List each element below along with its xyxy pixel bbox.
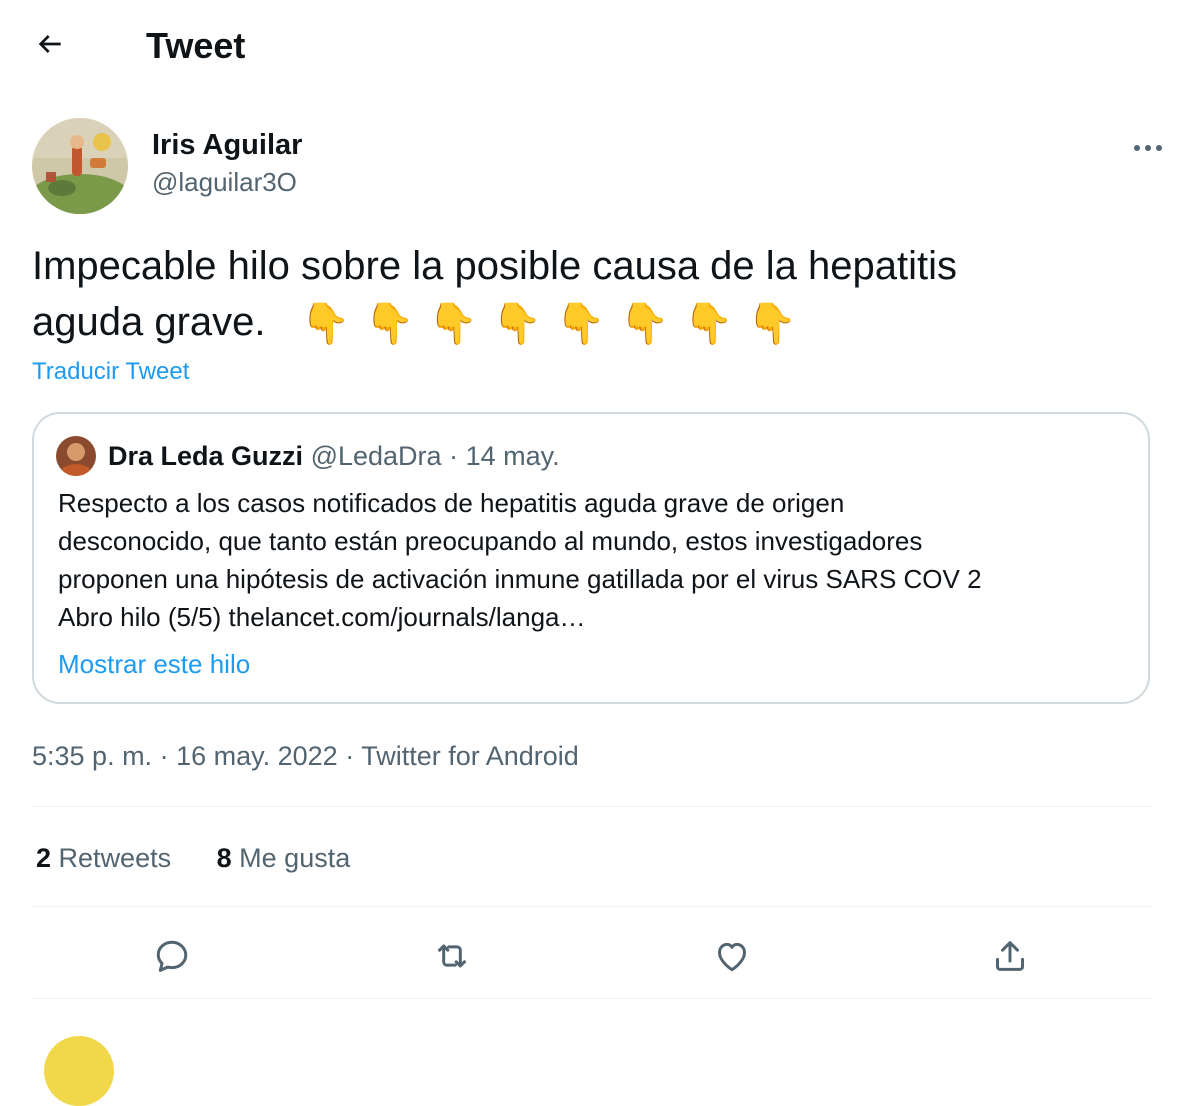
likes-label: Me gusta [239, 843, 351, 873]
separator: · [337, 741, 362, 771]
divider [32, 806, 1152, 807]
retweet-button[interactable] [426, 930, 478, 982]
pointing-down-emoji: 👇 [364, 302, 415, 347]
reply-icon [156, 940, 188, 972]
share-icon [996, 941, 1024, 971]
more-options-button[interactable] [1128, 134, 1168, 162]
divider [32, 998, 1152, 999]
quoted-date: 14 may. [465, 441, 560, 471]
quoted-text-line: proponen una hipótesis de activación inm… [58, 564, 982, 594]
emoji-row: 👇 👇 👇 👇 👇 👇 👇 👇 [301, 296, 798, 352]
next-reply-avatar[interactable] [44, 1036, 114, 1106]
quoted-author-handle: @LedaDra [310, 441, 442, 471]
likes-stat[interactable]: 8 Me gusta [217, 838, 351, 878]
tweet-source[interactable]: Twitter for Android [361, 741, 579, 771]
pointing-down-emoji: 👇 [619, 302, 670, 347]
quoted-text: Respecto a los casos notificados de hepa… [58, 484, 1118, 636]
quoted-tweet[interactable]: Dra Leda Guzzi @LedaDra · 14 may. Respec… [32, 412, 1150, 704]
retweet-icon [438, 944, 466, 968]
like-button[interactable] [706, 930, 758, 982]
author-handle[interactable]: @laguilar3O [152, 166, 297, 198]
tweet-text-line: Impecable hilo sobre la posible causa de… [32, 244, 958, 288]
quoted-text-line: Abro hilo (5/5) thelancet.com/journals/l… [58, 602, 586, 632]
separator: · [152, 741, 177, 771]
reply-button[interactable] [146, 930, 198, 982]
tweet-text: Impecable hilo sobre la posible causa de… [32, 238, 1152, 352]
share-button[interactable] [984, 930, 1036, 982]
tweet-time[interactable]: 5:35 p. m. [32, 741, 152, 771]
retweets-count: 2 [36, 843, 52, 873]
pointing-down-emoji: 👇 [555, 302, 606, 347]
retweets-stat[interactable]: 2 Retweets [36, 838, 171, 878]
back-button[interactable] [28, 22, 72, 66]
quoted-author-name: Dra Leda Guzzi [108, 441, 304, 471]
tweet-meta: 5:35 p. m. · 16 may. 2022 · Twitter for … [32, 736, 579, 776]
author-name[interactable]: Iris Aguilar [152, 128, 302, 162]
separator: · [449, 441, 466, 471]
quoted-text-line: Respecto a los casos notificados de hepa… [58, 488, 845, 518]
pointing-down-emoji: 👇 [747, 302, 798, 347]
quoted-header: Dra Leda Guzzi @LedaDra · 14 may. [108, 438, 560, 474]
pointing-down-emoji: 👇 [300, 302, 351, 347]
tweet-author: Iris Aguilar @laguilar3O [32, 118, 1168, 214]
top-bar: Tweet [0, 0, 1200, 92]
tweet-text-line: aguda grave. 👇 👇 👇 👇 👇 👇 👇 👇 [32, 294, 1152, 352]
quoted-avatar [56, 436, 96, 476]
tweet-date[interactable]: 16 may. 2022 [176, 741, 338, 771]
tweet-text-end: aguda grave. [32, 300, 266, 344]
likes-count: 8 [216, 843, 232, 873]
page-title: Tweet [146, 25, 246, 66]
pointing-down-emoji: 👇 [492, 302, 542, 347]
retweets-label: Retweets [58, 843, 172, 873]
tweet-actions [32, 920, 1152, 990]
quoted-text-line: desconocido, que tanto están preocupando… [58, 526, 923, 556]
divider [32, 906, 1152, 907]
translate-tweet-link[interactable]: Traducir Tweet [32, 356, 189, 388]
arrow-left-icon [38, 35, 61, 53]
pointing-down-emoji: 👇 [428, 302, 479, 347]
avatar[interactable] [32, 118, 128, 214]
heart-icon [718, 942, 746, 972]
tweet-stats: 2 Retweets 8 Me gusta [36, 838, 388, 878]
pointing-down-emoji: 👇 [683, 302, 734, 347]
show-thread-link[interactable]: Mostrar este hilo [58, 646, 250, 682]
more-horizontal-icon [1134, 145, 1162, 151]
